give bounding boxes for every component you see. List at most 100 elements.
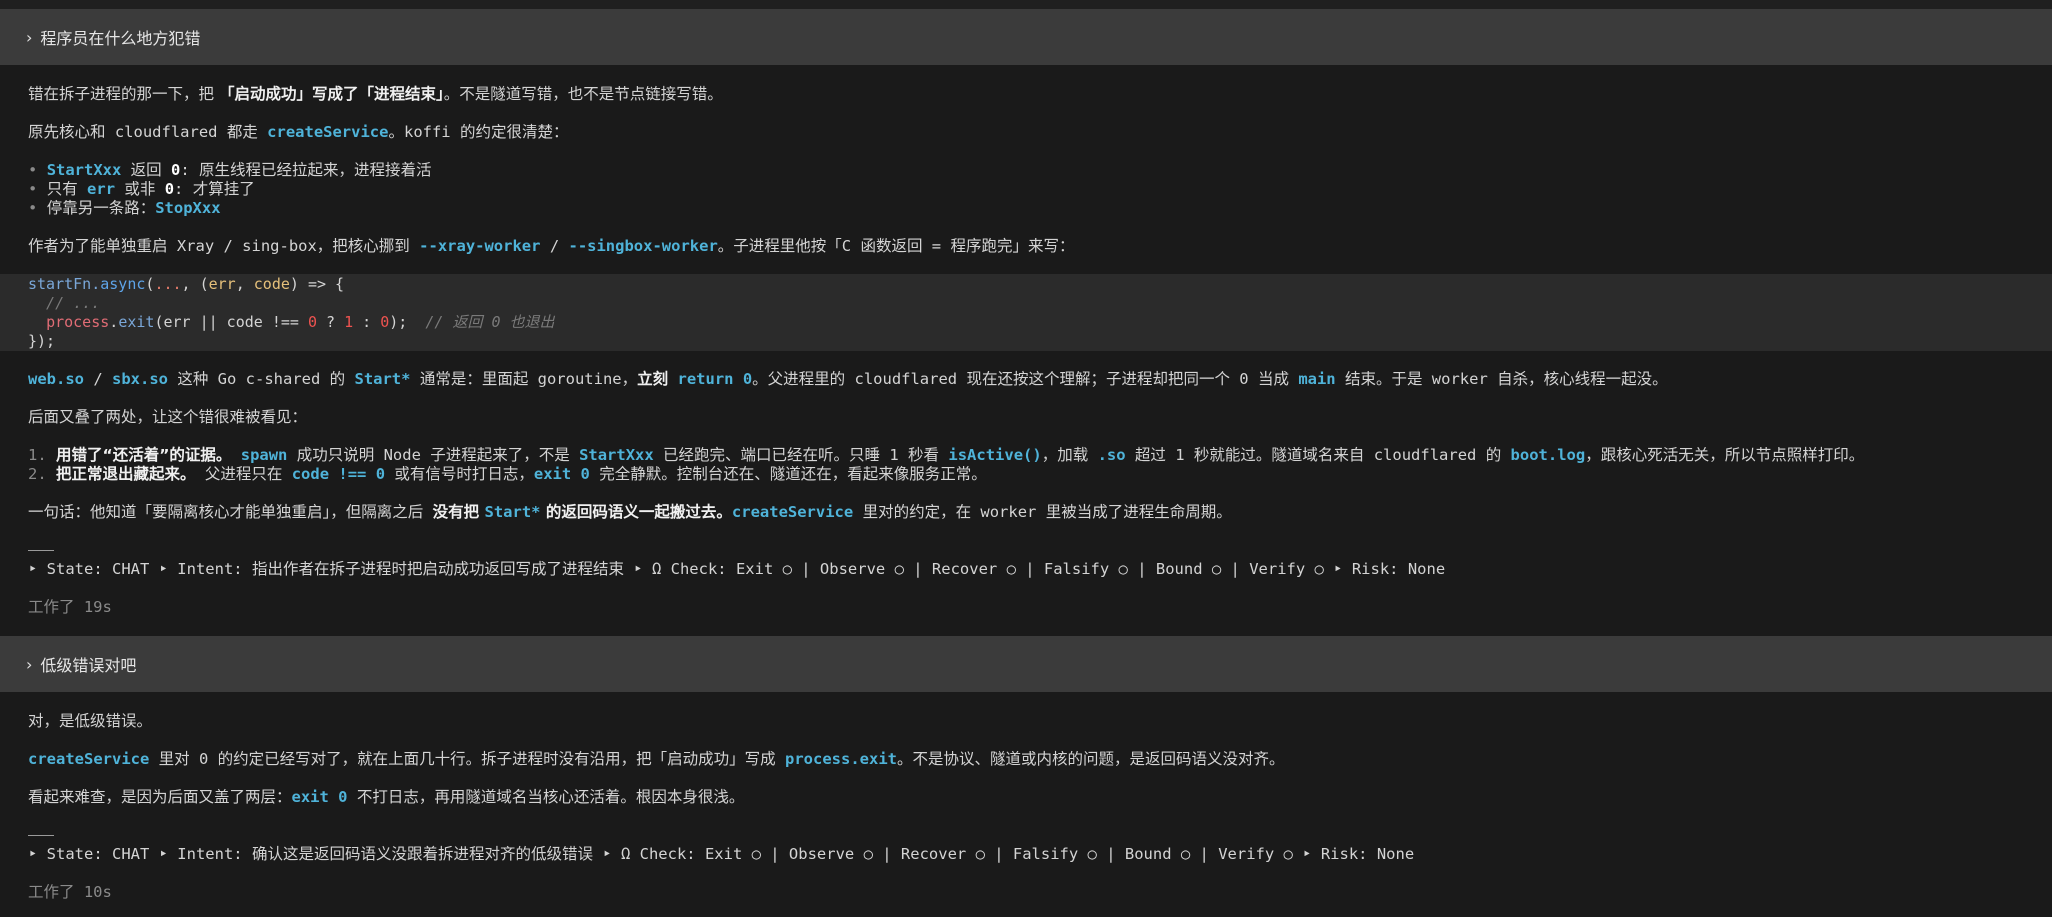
text: : 才算挂了 xyxy=(174,180,255,198)
list-number: 1. xyxy=(28,446,47,464)
code-token: , xyxy=(235,275,254,293)
inline-code: 0 xyxy=(164,180,175,198)
inline-code: StartXxx xyxy=(579,446,654,464)
question-header-2[interactable]: › 低级错误对吧 xyxy=(0,636,2052,692)
answer-paragraph: 作者为了能单独重启 Xray / sing-box，把核心挪到 --xray-w… xyxy=(28,237,1074,256)
bold-text: 的返回码语义一起搬过去。 xyxy=(540,503,732,521)
answer-paragraph: 一句话：他知道「要隔离核心才能单独重启」，但隔离之后 没有把 Start* 的返… xyxy=(28,503,1232,522)
text: 。子进程里他按「C 函数返回 = 程序跑完」来写： xyxy=(717,237,1075,255)
text: ，跟核心死活无关，所以节点照样打印。 xyxy=(1585,446,1865,464)
code-token: ? xyxy=(317,313,345,331)
inline-code: boot.log xyxy=(1510,446,1586,464)
code-line: startFn.async(..., (err, code) => { xyxy=(28,275,344,294)
inline-code: StartXxx xyxy=(46,161,122,179)
bold-text: 把正常退出藏起来。 xyxy=(56,465,196,483)
answer-paragraph: 后面又叠了两处，让这个错很难被看见： xyxy=(28,408,308,426)
answer-paragraph: createService 里对 0 的约定已经写对了，就在上面几十行。拆子进程… xyxy=(28,750,1285,769)
code-token: ... xyxy=(154,275,182,293)
code-comment: // 返回 0 也退出 xyxy=(425,313,555,331)
question-title: 低级错误对吧 xyxy=(40,656,137,675)
bold-text: 用错了“还活着”的证据。 xyxy=(56,446,232,464)
inline-code: exit 0 xyxy=(533,465,590,483)
text: 不打日志，再用隧道域名当核心还活着。根因本身很浅。 xyxy=(347,788,745,806)
answer-paragraph: web.so / sbx.so 这种 Go c-shared 的 Start* … xyxy=(28,370,1668,389)
divider xyxy=(28,835,54,836)
text: 父进程只在 xyxy=(195,465,292,483)
text: 或有信号时打日志， xyxy=(385,465,534,483)
bold-text: 立刻 xyxy=(637,370,669,388)
inline-code: 0 xyxy=(171,161,181,179)
code-token: , ( xyxy=(181,275,209,293)
text: 只有 xyxy=(46,180,88,198)
bold-text: 没有把 xyxy=(432,503,485,521)
code-token: code xyxy=(253,275,290,293)
inline-code: code !== 0 xyxy=(291,465,386,483)
text: 一句话：他知道「要隔离核心才能单独重启」，但隔离之后 xyxy=(28,503,433,521)
question-header-1[interactable]: › 程序员在什么地方犯错 xyxy=(0,9,2052,65)
inline-code: createService xyxy=(28,750,150,768)
elapsed-time: 工作了 19s xyxy=(28,598,112,616)
list-item: • StartXxx 返回 0: 原生线程已经拉起来，进程接着活 xyxy=(28,161,432,180)
answer-paragraph: 看起来难查，是因为后面又盖了两层：exit 0 不打日志，再用隧道域名当核心还活… xyxy=(28,788,744,807)
text: 返回 xyxy=(121,161,172,179)
text xyxy=(231,446,240,464)
code-line: // ... xyxy=(28,294,101,312)
code-block: startFn.async(..., (err, code) => { // .… xyxy=(0,274,2052,351)
status-line: ‣ State: CHAT ‣ Intent: 确认这是返回码语义没跟着拆进程对… xyxy=(28,845,1415,863)
code-token: (err || code !== xyxy=(154,313,308,331)
text: / xyxy=(540,237,569,255)
code-token: 1 xyxy=(344,313,354,331)
code-token: err xyxy=(208,275,236,293)
code-token: exit xyxy=(118,313,155,331)
question-title: 程序员在什么地方犯错 xyxy=(40,29,201,48)
text: 结束。于是 worker 自杀，核心线程一起没。 xyxy=(1335,370,1668,388)
list-item: • 停靠另一条路：StopXxx xyxy=(28,199,221,218)
bold-text: 「启动成功」写成了「进程结束」 xyxy=(218,85,444,103)
text: 。koffi 的约定很清楚： xyxy=(388,123,569,141)
code-token: process xyxy=(46,313,110,331)
inline-code: spawn xyxy=(240,446,288,464)
text: 看起来难查，是因为后面又盖了两层： xyxy=(28,788,292,806)
divider xyxy=(28,550,54,551)
answer-paragraph: 错在拆子进程的那一下，把 「启动成功」写成了「进程结束」。不是隧道写错，也不是节… xyxy=(28,85,723,104)
elapsed-time: 工作了 10s xyxy=(28,883,112,901)
list-item: • 只有 err 或非 0: 才算挂了 xyxy=(28,180,255,199)
text: 错在拆子进程的那一下，把 xyxy=(28,85,219,103)
ordered-list-item: 2. 把正常退出藏起来。 父进程只在 code !== 0 或有信号时打日志，e… xyxy=(28,465,987,484)
inline-code: return 0 xyxy=(677,370,753,388)
text: 或非 xyxy=(115,180,165,198)
top-strip xyxy=(0,0,2052,9)
code-token: async xyxy=(100,275,146,293)
bullet: • xyxy=(28,180,38,198)
inline-code: err xyxy=(87,180,116,198)
text: 里对的约定，在 worker 里被当成了进程生命周期。 xyxy=(853,503,1232,521)
text: 已经跑完、端口已经在听。只睡 1 秒看 xyxy=(653,446,949,464)
inline-code: main xyxy=(1298,370,1336,388)
inline-code: isActive() xyxy=(948,446,1042,464)
chevron-right-icon: › xyxy=(26,27,33,47)
text: 。不是隧道写错，也不是节点链接写错。 xyxy=(443,85,723,103)
text: / xyxy=(84,370,112,388)
text: 停靠另一条路： xyxy=(46,199,156,217)
chevron-right-icon: › xyxy=(26,654,33,674)
inline-code: sbx.so xyxy=(112,370,168,388)
text: 超过 1 秒就能过。隧道域名来自 cloudflared 的 xyxy=(1125,446,1511,464)
inline-code: web.so xyxy=(28,370,84,388)
code-token: 0 xyxy=(307,313,317,331)
text: 通常是：里面起 goroutine， xyxy=(410,370,638,388)
inline-code: .so xyxy=(1097,446,1126,464)
text: 成功只说明 Node 子进程起来了，不是 xyxy=(287,446,580,464)
list-number: 2. xyxy=(28,465,47,483)
inline-code: process.exit xyxy=(785,750,897,768)
bullet: • xyxy=(28,161,38,179)
text: 。父进程里的 cloudflared 现在还按这个理解；子进程却把同一个 0 当… xyxy=(752,370,1299,388)
inline-code: Start* xyxy=(484,503,541,521)
text: 原先核心和 cloudflared 都走 xyxy=(28,123,268,141)
inline-code: --singbox-worker xyxy=(568,237,718,255)
text: : 原生线程已经拉起来，进程接着活 xyxy=(180,161,432,179)
text: ，加载 xyxy=(1041,446,1098,464)
code-token: ); xyxy=(389,313,426,331)
inline-code: createService xyxy=(267,123,389,141)
code-token: . xyxy=(109,313,119,331)
